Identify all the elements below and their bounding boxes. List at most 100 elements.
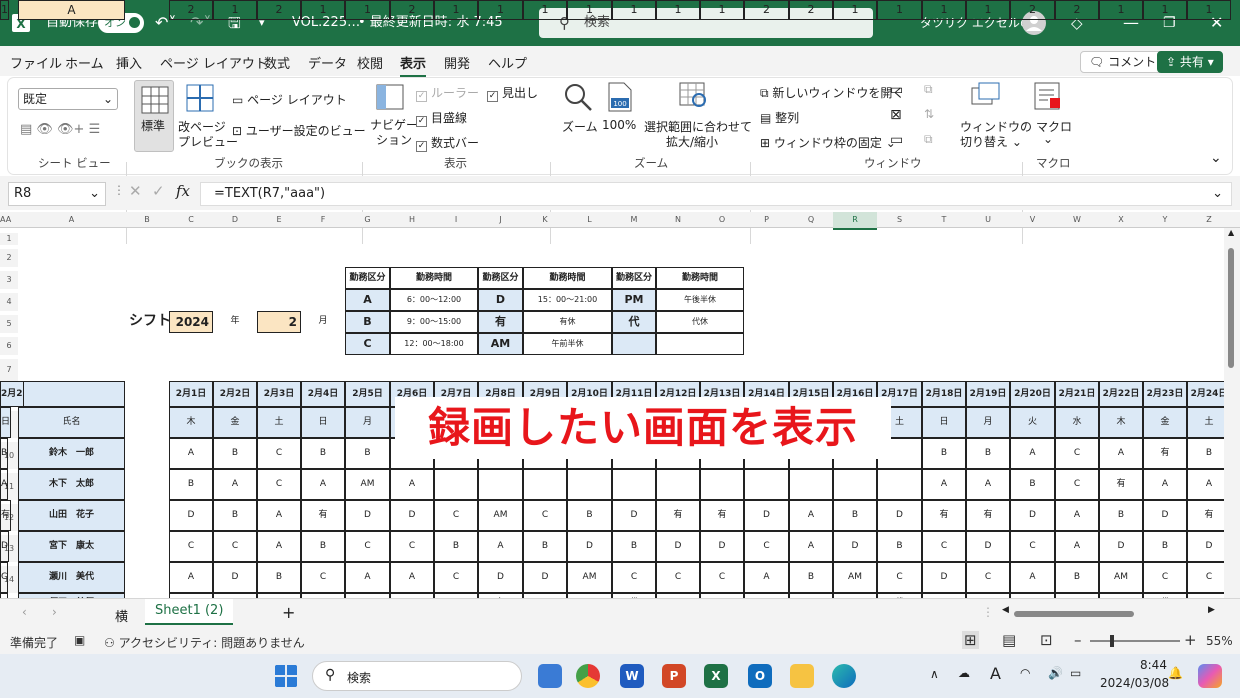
menu-data[interactable]: データ <box>308 53 347 72</box>
shift-cell[interactable] <box>744 469 789 500</box>
shift-cell[interactable]: A <box>257 500 301 531</box>
row-header[interactable]: 5 <box>0 315 18 333</box>
zoom-button[interactable]: ズーム <box>560 82 598 152</box>
shift-cell[interactable]: A <box>257 531 301 562</box>
shift-cell[interactable]: B <box>169 469 213 500</box>
shift-cell[interactable]: 有 <box>0 500 12 531</box>
column-header[interactable]: Q <box>789 212 833 228</box>
page-layout-view-button[interactable]: ▭ ページ レイアウト <box>232 91 347 108</box>
shift-cell[interactable]: D <box>922 562 966 593</box>
shift-cell[interactable]: 有 <box>700 500 744 531</box>
shift-cell[interactable]: C <box>1010 531 1055 562</box>
shift-cell[interactable]: C <box>390 531 434 562</box>
staff-name[interactable]: 宮下 康太 <box>18 531 125 562</box>
shift-cell[interactable]: C <box>1055 469 1099 500</box>
shift-cell[interactable]: AM <box>345 469 390 500</box>
legend-header[interactable]: 勤務区分 <box>345 267 390 289</box>
count-cell[interactable]: 2 <box>1010 0 1055 20</box>
legend-cell[interactable]: C <box>345 333 390 355</box>
weekday-header[interactable]: 土 <box>257 407 301 438</box>
legend-cell[interactable]: PM <box>612 289 656 311</box>
shift-cell[interactable]: C <box>1143 562 1187 593</box>
month-unit[interactable]: 月 <box>301 311 345 333</box>
shift-cell[interactable]: B <box>922 438 966 469</box>
add-sheet-icon[interactable]: + <box>282 603 295 622</box>
shift-cell[interactable]: B <box>612 531 656 562</box>
menu-review[interactable]: 校閲 <box>357 53 383 72</box>
legend-cell[interactable]: 有休 <box>523 311 612 333</box>
more-icon[interactable]: ⋮ <box>113 183 125 197</box>
page-break-icon[interactable]: ⊡ <box>1040 631 1053 649</box>
shift-cell[interactable]: D <box>700 531 744 562</box>
row-header[interactable]: 2 <box>0 249 18 267</box>
shift-cell[interactable]: D <box>877 500 922 531</box>
shift-cell[interactable]: 有 <box>1099 469 1143 500</box>
shift-cell[interactable]: AM <box>567 562 612 593</box>
shift-cell[interactable]: C <box>0 562 9 593</box>
shift-cell[interactable]: 有 <box>656 500 700 531</box>
shift-cell[interactable]: D <box>345 500 390 531</box>
count-cell[interactable]: 1 <box>656 0 700 20</box>
outlook-icon[interactable]: O <box>748 664 772 688</box>
shift-cell[interactable]: C <box>213 531 257 562</box>
shift-cell[interactable]: D <box>390 500 434 531</box>
zoom-out-icon[interactable]: – <box>1074 631 1082 649</box>
shift-cell[interactable]: B <box>434 531 478 562</box>
notification-bell-icon[interactable]: 🔔 <box>1168 666 1183 680</box>
menu-help[interactable]: ヘルプ <box>488 53 527 72</box>
legend-cell[interactable] <box>656 333 744 355</box>
zoom-100-button[interactable]: 100 100% <box>602 82 640 152</box>
ruler-checkbox[interactable]: ✓ ルーラー <box>416 84 479 102</box>
count-cell[interactable]: 1 <box>833 0 877 20</box>
clock-date[interactable]: 2024/03/08 <box>1100 676 1169 690</box>
weekday-header[interactable]: 日 <box>922 407 966 438</box>
column-header[interactable]: X <box>1099 212 1143 228</box>
macro-record-icon[interactable]: ▣ <box>74 633 85 647</box>
shift-cell[interactable]: A <box>1099 438 1143 469</box>
sheet-title[interactable]: シフト表 <box>125 311 169 333</box>
shift-cell[interactable]: D <box>213 562 257 593</box>
count-label[interactable]: A <box>18 0 125 20</box>
shift-cell[interactable]: C <box>966 562 1010 593</box>
column-header[interactable]: L <box>567 212 612 228</box>
shift-cell[interactable]: A <box>1055 500 1099 531</box>
formula-bar-checkbox[interactable]: ✓ 数式バー <box>416 134 479 152</box>
share-button[interactable]: ⇪ 共有 ▾ <box>1157 51 1223 73</box>
zoom-slider[interactable] <box>1090 635 1180 647</box>
shift-cell[interactable]: C <box>922 531 966 562</box>
column-header[interactable]: K <box>523 212 567 228</box>
shift-cell[interactable] <box>612 469 656 500</box>
legend-cell[interactable]: 15：00～21:00 <box>523 289 612 311</box>
ime-indicator[interactable]: A <box>990 664 1001 683</box>
formula-input[interactable]: =TEXT(R7,"aaa") ⌄ <box>200 182 1232 206</box>
shift-cell[interactable]: C <box>700 562 744 593</box>
shift-cell[interactable] <box>478 469 523 500</box>
staff-name[interactable]: 山田 花子 <box>18 500 125 531</box>
column-header[interactable]: D <box>213 212 257 228</box>
year-cell[interactable]: 2024 <box>169 311 213 333</box>
sheet-view-icons[interactable]: ▤ 👁 👁+ ☰ <box>20 122 100 137</box>
legend-cell[interactable]: AM <box>478 333 523 355</box>
menu-file[interactable]: ファイル <box>10 53 62 72</box>
weekday-header[interactable]: 日 <box>301 407 345 438</box>
count-cell[interactable]: 1 <box>966 0 1010 20</box>
shift-cell[interactable]: D <box>656 531 700 562</box>
sheet-view-select[interactable]: 既定 ⌄ <box>18 88 118 110</box>
explorer-icon[interactable] <box>790 664 814 688</box>
shift-cell[interactable]: B <box>257 562 301 593</box>
date-header[interactable]: 2月3日 <box>257 381 301 407</box>
shift-cell[interactable]: A <box>789 531 833 562</box>
column-header[interactable]: P <box>744 212 789 228</box>
wifi-icon[interactable]: ◠ <box>1020 666 1030 680</box>
legend-header[interactable]: 勤務時間 <box>390 267 478 289</box>
legend-cell[interactable]: 代 <box>612 311 656 333</box>
date-header[interactable]: 2月22日 <box>1099 381 1143 407</box>
normal-view-icon[interactable]: ⊞ <box>962 631 979 649</box>
shift-cell[interactable]: A <box>744 562 789 593</box>
column-header[interactable]: J <box>478 212 523 228</box>
date-header[interactable]: 2月2 <box>0 381 24 407</box>
column-header[interactable]: B <box>125 212 169 228</box>
zoom-level[interactable]: 55% <box>1206 634 1233 648</box>
weekday-header[interactable]: 木 <box>169 407 213 438</box>
cloud-icon[interactable]: ☁ <box>958 666 970 680</box>
